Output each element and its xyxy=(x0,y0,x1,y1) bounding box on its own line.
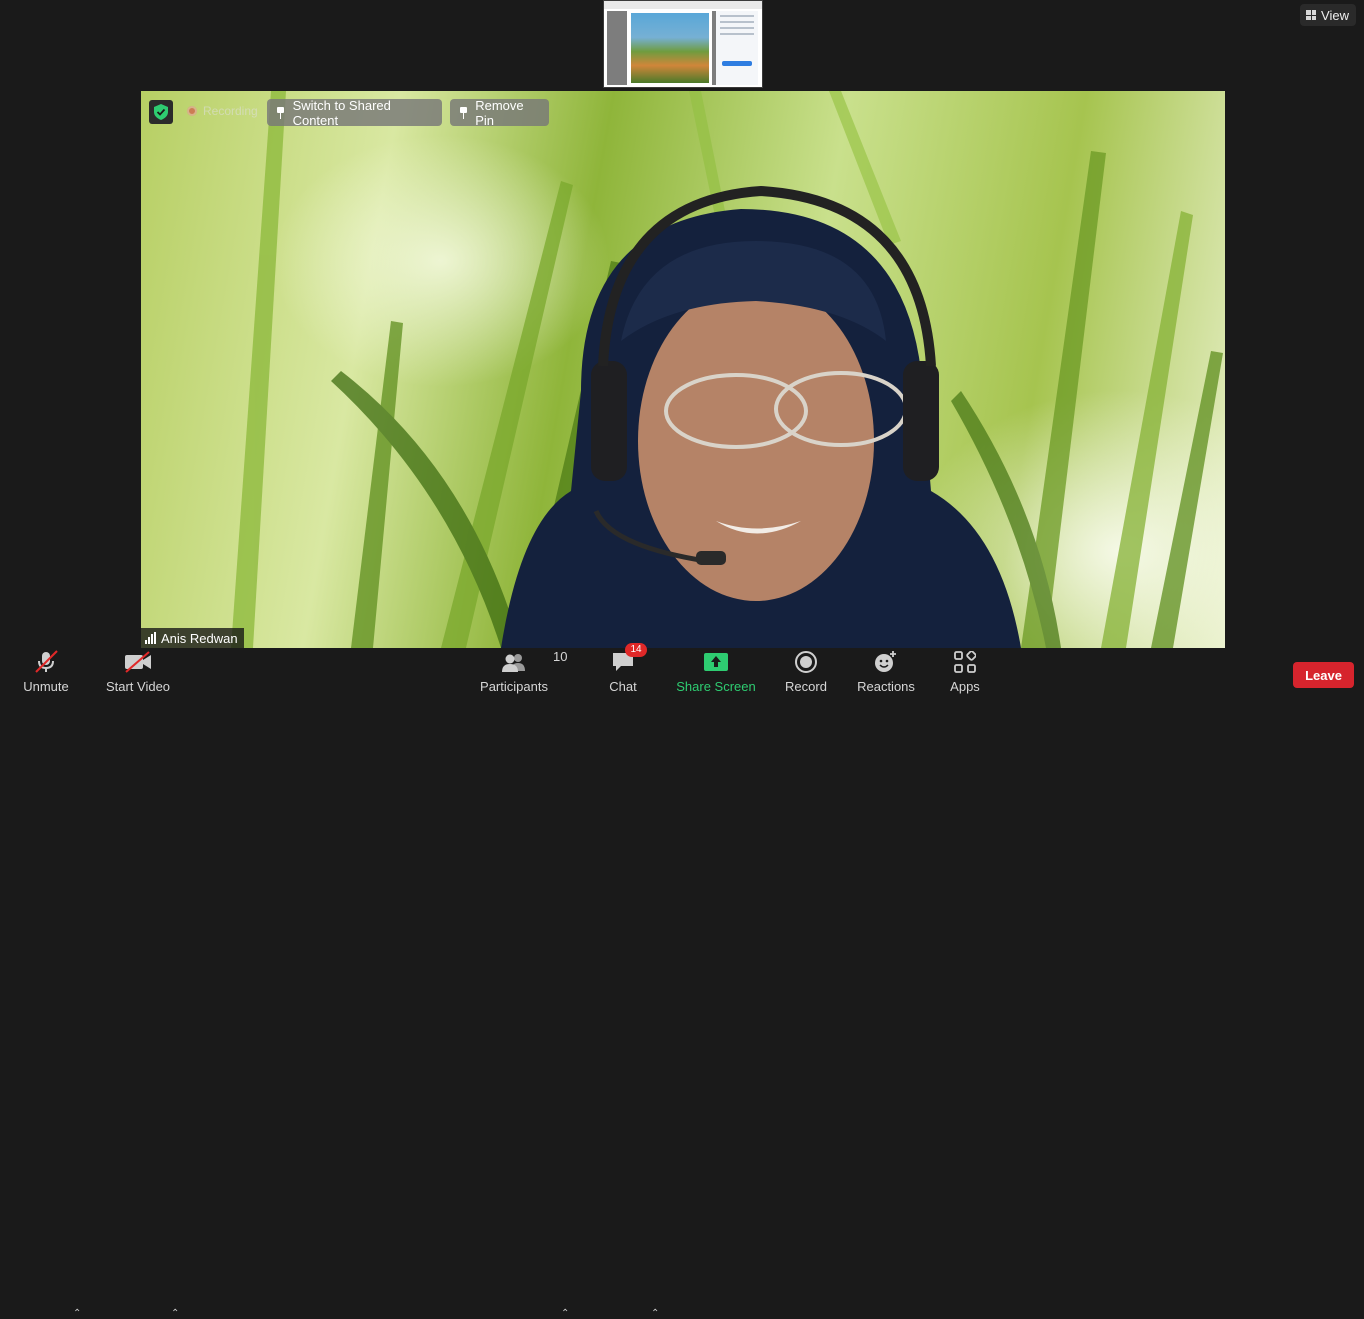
chat-button[interactable]: 14 Chat xyxy=(603,643,647,696)
active-speaker-video[interactable] xyxy=(141,91,1225,648)
start-video-label: Start Video xyxy=(105,679,171,694)
view-button[interactable]: View xyxy=(1300,4,1356,26)
share-screen-button[interactable]: Share Screen xyxy=(676,648,756,696)
leave-button[interactable]: Leave xyxy=(1293,662,1354,688)
switch-to-shared-content-button[interactable]: Switch to Shared Content xyxy=(267,97,442,128)
reactions-button[interactable]: Reactions xyxy=(855,648,917,696)
shield-icon xyxy=(154,104,168,120)
thumbnail-page-image xyxy=(631,13,709,83)
participant-name-tag: Anis Redwan xyxy=(141,628,244,648)
reactions-label: Reactions xyxy=(857,679,915,694)
pin-icon xyxy=(276,106,285,119)
pin-icon xyxy=(459,106,468,119)
start-video-button[interactable]: Start Video xyxy=(102,648,174,696)
apps-icon xyxy=(954,651,976,673)
participants-icon xyxy=(502,654,525,672)
microphone-muted-icon xyxy=(35,650,58,673)
apps-button[interactable]: Apps xyxy=(944,648,986,696)
share-screen-icon xyxy=(704,653,728,671)
participants-label: Participants xyxy=(480,679,548,694)
chevron-up-icon[interactable]: ⌃ xyxy=(561,1308,569,1319)
security-button[interactable] xyxy=(149,100,173,124)
thumbnail-margin-left xyxy=(607,11,627,85)
unmute-button[interactable]: Unmute xyxy=(17,648,75,696)
recording-label: Recording xyxy=(203,104,258,118)
meeting-toolbar: Unmute ⌃ Start Video ⌃ 10 Participants ⌃ xyxy=(0,643,1364,1319)
participant-name: Anis Redwan xyxy=(161,630,238,646)
signal-icon xyxy=(145,632,156,644)
participants-count: 10 xyxy=(553,649,568,664)
video-off-icon xyxy=(125,651,151,673)
thumbnail-side-panel xyxy=(716,11,758,85)
record-button[interactable]: Record xyxy=(780,648,832,696)
chevron-up-icon[interactable]: ⌃ xyxy=(651,1308,659,1319)
chevron-up-icon[interactable]: ⌃ xyxy=(73,1308,81,1319)
participants-button[interactable]: 10 Participants xyxy=(478,648,567,696)
video-frame xyxy=(231,91,1223,648)
shared-content-thumbnail[interactable] xyxy=(603,0,763,88)
view-label: View xyxy=(1321,7,1349,23)
chat-unread-badge: 14 xyxy=(625,643,647,657)
reactions-icon xyxy=(875,651,896,672)
chat-label: Chat xyxy=(609,679,637,694)
remove-pin-label: Remove Pin xyxy=(475,97,524,128)
record-label: Record xyxy=(785,679,827,694)
grid-icon xyxy=(1306,10,1317,20)
apps-label: Apps xyxy=(950,679,980,694)
record-dot-icon xyxy=(187,106,197,116)
thumbnail-toolbar xyxy=(604,1,762,9)
recording-indicator: Recording xyxy=(187,104,258,118)
record-icon xyxy=(795,651,817,673)
remove-pin-button[interactable]: Remove Pin xyxy=(450,97,549,128)
switch-label: Switch to Shared Content xyxy=(292,97,391,128)
share-screen-label: Share Screen xyxy=(676,679,756,694)
chevron-up-icon[interactable]: ⌃ xyxy=(171,1308,179,1319)
unmute-label: Unmute xyxy=(23,679,69,694)
